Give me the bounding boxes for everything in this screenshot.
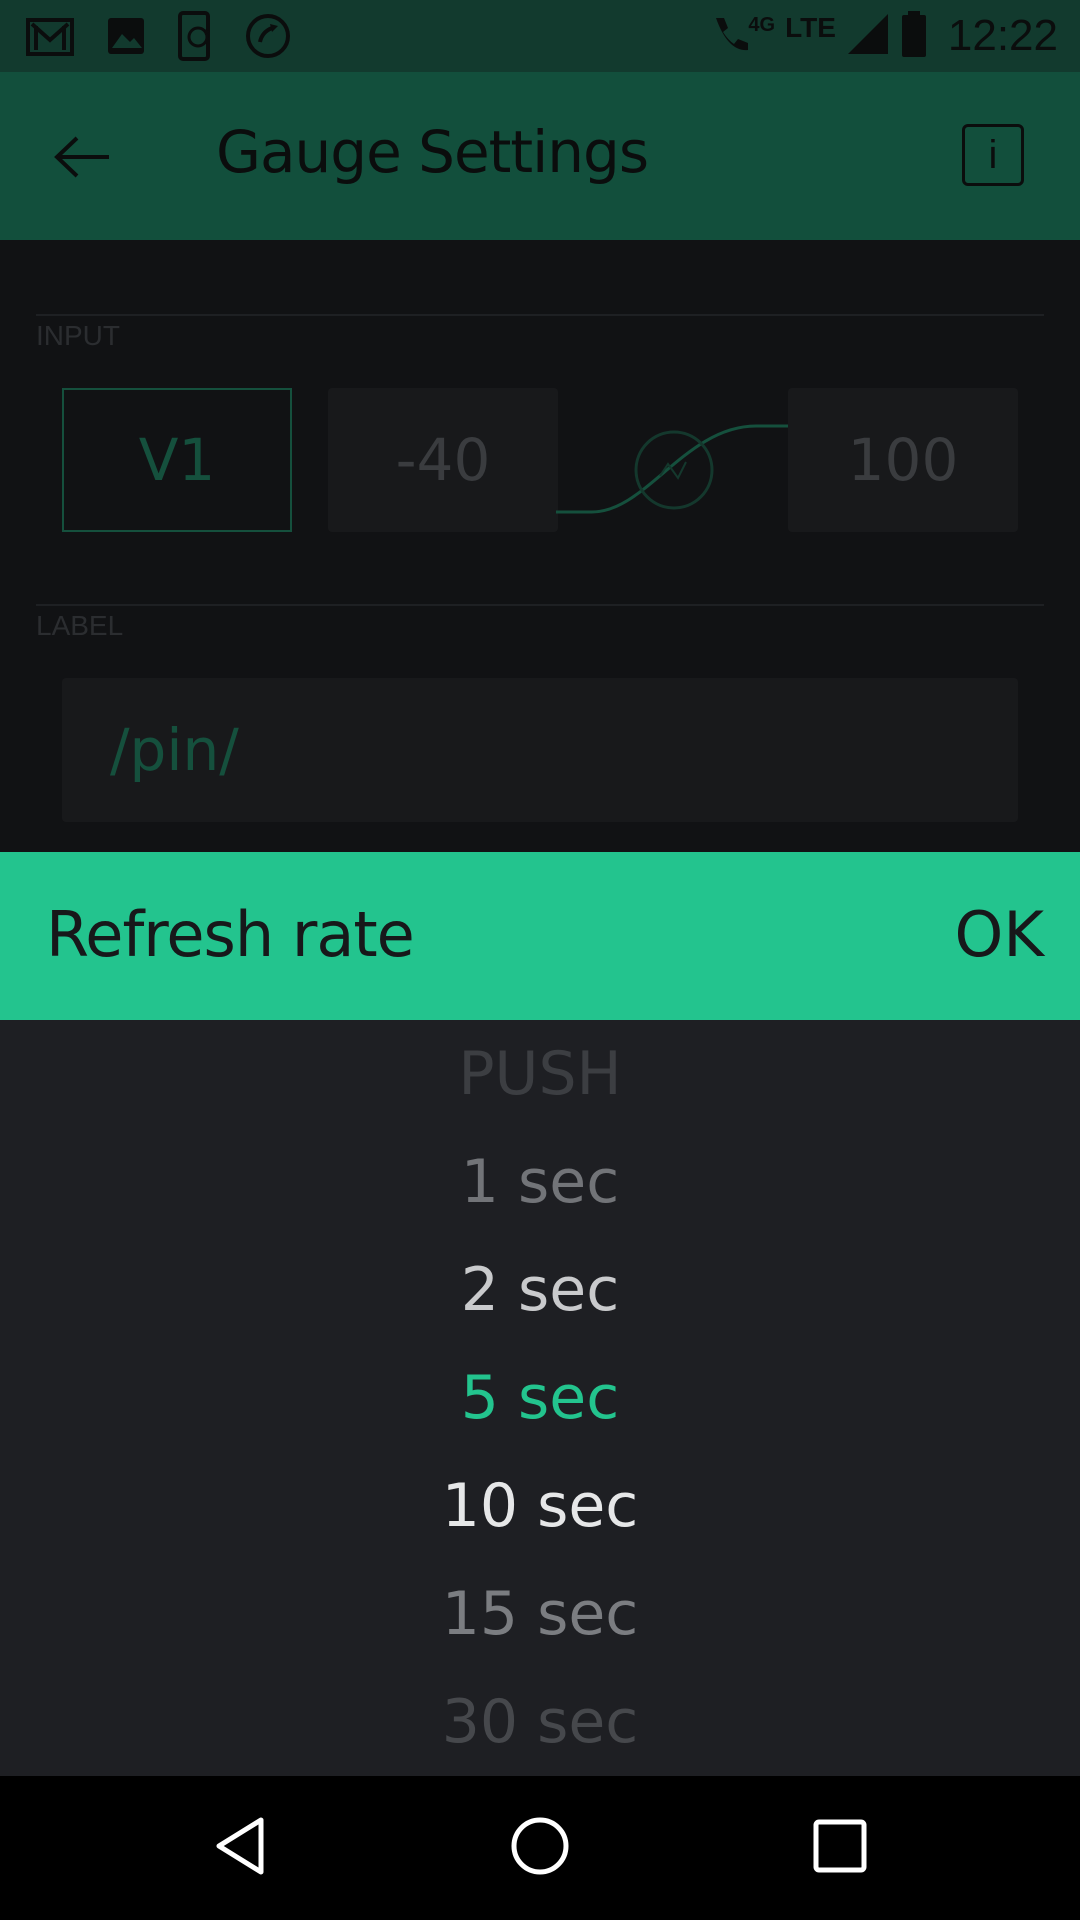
range-max-input[interactable]: 100 (788, 388, 1018, 532)
phone-sync-icon (176, 11, 216, 61)
recents-square-icon (808, 1814, 872, 1882)
dialog-title: Refresh rate (46, 898, 415, 971)
input-section-label: INPUT (36, 320, 120, 351)
status-bar: 4G LTE 12:22 (0, 0, 1080, 72)
label-section-label: LABEL (36, 610, 124, 641)
network-4g-label: 4G (748, 13, 776, 36)
home-circle-icon (508, 1814, 572, 1882)
picker-option-2-sec[interactable]: 2 sec (0, 1236, 1080, 1344)
back-triangle-icon (209, 1814, 273, 1882)
range-min-input[interactable]: -40 (328, 388, 558, 532)
picker-option-5-sec-selected[interactable]: 5 sec (0, 1344, 1080, 1452)
signal-icon (846, 12, 890, 60)
system-status: 4G LTE 12:22 (708, 8, 1058, 64)
nav-back-button[interactable] (205, 1812, 277, 1884)
settings-content: INPUT V1 -40 100 LABEL /pin/ (0, 240, 1080, 852)
picker-option-30-sec[interactable]: 30 sec (0, 1668, 1080, 1776)
refresh-rate-picker[interactable]: PUSH 1 sec 2 sec 5 sec 10 sec 15 sec 30 … (0, 1020, 1080, 1776)
navigation-bar (0, 1776, 1080, 1920)
mapping-curve-icon (556, 424, 790, 514)
notification-icons (24, 10, 292, 62)
label-input[interactable]: /pin/ (62, 678, 1018, 822)
gmail-icon (24, 14, 76, 58)
back-button[interactable] (40, 116, 126, 202)
screen: 4G LTE 12:22 Gauge Settings i INPUT V1 -… (0, 0, 1080, 1920)
pin-selector[interactable]: V1 (62, 388, 292, 532)
ok-button[interactable]: OK (955, 898, 1044, 971)
picker-option-15-sec[interactable]: 15 sec (0, 1560, 1080, 1668)
clock: 12:22 (947, 11, 1058, 60)
divider (36, 604, 1044, 606)
picker-option-push[interactable]: PUSH (0, 1020, 1080, 1128)
call-forward-icon (244, 12, 292, 60)
nav-recents-button[interactable] (804, 1812, 876, 1884)
picker-option-1-sec[interactable]: 1 sec (0, 1128, 1080, 1236)
refresh-rate-dialog-header: Refresh rate OK (0, 852, 1080, 1020)
nav-home-button[interactable] (504, 1812, 576, 1884)
gallery-icon (104, 14, 148, 58)
picker-option-10-sec[interactable]: 10 sec (0, 1452, 1080, 1560)
info-button[interactable]: i (962, 124, 1024, 186)
divider (36, 314, 1044, 316)
arrow-left-icon (53, 135, 113, 183)
network-type-label: LTE (785, 12, 836, 43)
app-bar: Gauge Settings i (0, 72, 1080, 240)
page-title: Gauge Settings (216, 118, 649, 186)
battery-icon (900, 11, 928, 61)
wifi-call-icon (708, 12, 752, 60)
